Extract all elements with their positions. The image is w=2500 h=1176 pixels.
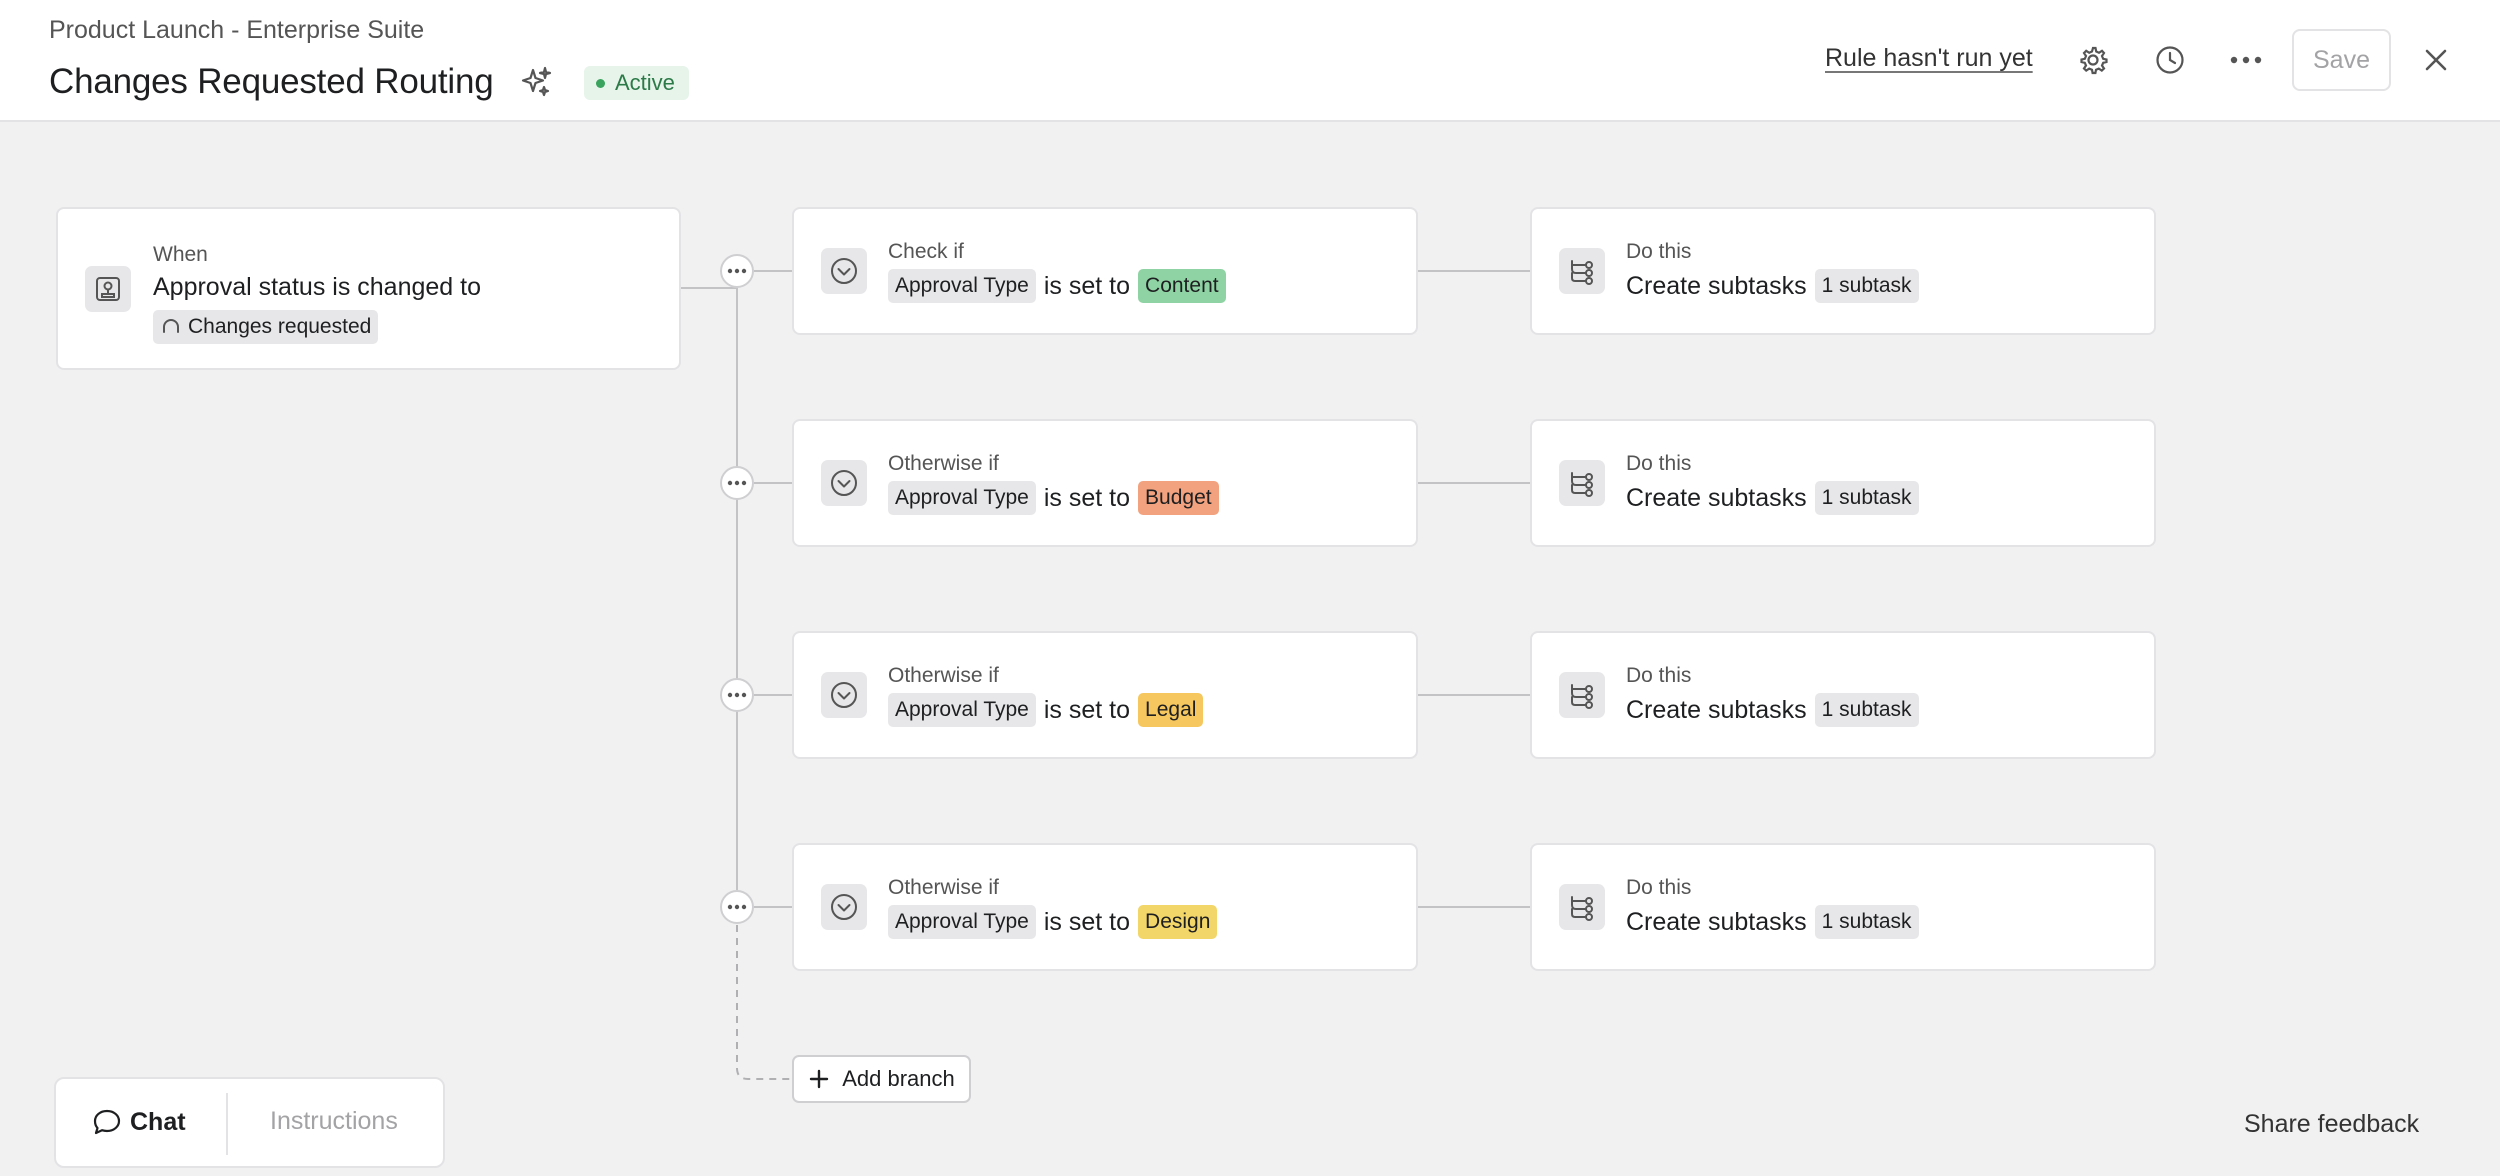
branch-options-button[interactable] xyxy=(720,254,754,288)
assistant-panel: Chat Instructions xyxy=(54,1077,445,1168)
condition-label: Check if xyxy=(888,240,964,263)
condition-check-icon xyxy=(821,884,867,930)
action-text: Create subtasks xyxy=(1626,483,1807,512)
condition-card[interactable]: Check if Approval Type is set to Content xyxy=(792,207,1418,335)
breadcrumb[interactable]: Product Launch - Enterprise Suite xyxy=(49,16,424,45)
condition-value-tag[interactable]: Budget xyxy=(1138,481,1219,515)
condition-label: Otherwise if xyxy=(888,452,999,475)
sparkle-icon[interactable] xyxy=(519,65,553,99)
condition-check-icon xyxy=(821,672,867,718)
action-label: Do this xyxy=(1626,664,1692,687)
trigger-value-chip[interactable]: Changes requested xyxy=(153,310,379,344)
action-label: Do this xyxy=(1626,240,1692,263)
trigger-label: When xyxy=(153,243,208,266)
action-card[interactable]: Do this Create subtasks 1 subtask xyxy=(1530,207,2156,335)
tab-divider xyxy=(226,1093,228,1155)
share-feedback-link[interactable]: Share feedback xyxy=(2244,1110,2419,1139)
branch-connectors xyxy=(680,270,1530,1080)
condition-field-chip[interactable]: Approval Type xyxy=(888,905,1036,939)
close-icon[interactable] xyxy=(2416,40,2456,80)
status-dot-icon xyxy=(596,78,605,88)
condition-check-icon xyxy=(821,248,867,294)
branch-options-button[interactable] xyxy=(720,890,754,924)
condition-operator: is set to xyxy=(1043,695,1131,724)
chat-bubble-icon xyxy=(93,1109,121,1135)
action-card[interactable]: Do this Create subtasks 1 subtask xyxy=(1530,631,2156,759)
subtask-icon xyxy=(1559,672,1605,718)
condition-label: Otherwise if xyxy=(888,664,999,687)
plus-icon xyxy=(810,1069,829,1089)
tab-chat[interactable]: Chat xyxy=(92,1107,186,1137)
condition-operator: is set to xyxy=(1043,907,1131,936)
trigger-text: Approval status is changed to xyxy=(153,273,481,301)
action-text: Create subtasks xyxy=(1626,907,1807,936)
condition-operator: is set to xyxy=(1043,483,1131,512)
more-options-icon xyxy=(727,692,747,698)
subtask-count-badge[interactable]: 1 subtask xyxy=(1814,693,1919,727)
condition-value-tag[interactable]: Legal xyxy=(1138,693,1204,727)
condition-field-chip[interactable]: Approval Type xyxy=(888,269,1036,303)
changes-requested-icon xyxy=(163,319,179,333)
condition-field-chip[interactable]: Approval Type xyxy=(888,693,1036,727)
action-card[interactable]: Do this Create subtasks 1 subtask xyxy=(1530,419,2156,547)
condition-card[interactable]: Otherwise if Approval Type is set to Budget xyxy=(792,419,1418,547)
branch-options-button[interactable] xyxy=(720,466,754,500)
page-title[interactable]: Changes Requested Routing xyxy=(49,62,494,102)
save-button[interactable]: Save xyxy=(2292,29,2391,91)
subtask-icon xyxy=(1559,460,1605,506)
more-options-icon[interactable] xyxy=(2226,40,2266,80)
condition-field-chip[interactable]: Approval Type xyxy=(888,481,1036,515)
subtask-icon xyxy=(1559,248,1605,294)
chat-label: Chat xyxy=(130,1107,186,1136)
subtask-count-badge[interactable]: 1 subtask xyxy=(1814,905,1919,939)
condition-label: Otherwise if xyxy=(888,876,999,899)
add-branch-label: Add branch xyxy=(842,1066,955,1091)
trigger-card[interactable]: When Approval status is changed to Chang… xyxy=(56,207,681,370)
action-label: Do this xyxy=(1626,452,1692,475)
status-badge: Active xyxy=(584,66,689,100)
tab-instructions[interactable]: Instructions xyxy=(270,1107,398,1136)
settings-gear-icon[interactable] xyxy=(2073,40,2113,80)
subtask-count-badge[interactable]: 1 subtask xyxy=(1814,269,1919,303)
subtask-icon xyxy=(1559,884,1605,930)
add-branch-button[interactable]: Add branch xyxy=(792,1055,971,1103)
trigger-value: Changes requested xyxy=(188,315,372,338)
condition-value-tag[interactable]: Content xyxy=(1138,269,1226,303)
history-clock-icon[interactable] xyxy=(2150,40,2190,80)
action-card[interactable]: Do this Create subtasks 1 subtask xyxy=(1530,843,2156,971)
subtask-count-badge[interactable]: 1 subtask xyxy=(1814,481,1919,515)
condition-card[interactable]: Otherwise if Approval Type is set to Design xyxy=(792,843,1418,971)
condition-operator: is set to xyxy=(1043,271,1131,300)
more-options-icon xyxy=(727,268,747,274)
approval-trigger-icon xyxy=(85,266,131,312)
rule-header: Product Launch - Enterprise Suite Change… xyxy=(0,0,2500,122)
condition-value-tag[interactable]: Design xyxy=(1138,905,1218,939)
more-options-icon xyxy=(727,480,747,486)
action-text: Create subtasks xyxy=(1626,271,1807,300)
branch-options-button[interactable] xyxy=(720,678,754,712)
action-text: Create subtasks xyxy=(1626,695,1807,724)
status-label: Active xyxy=(615,70,675,95)
run-history-link[interactable]: Rule hasn't run yet xyxy=(1825,44,2033,73)
more-options-icon xyxy=(727,904,747,910)
condition-card[interactable]: Otherwise if Approval Type is set to Legal xyxy=(792,631,1418,759)
action-label: Do this xyxy=(1626,876,1692,899)
condition-check-icon xyxy=(821,460,867,506)
